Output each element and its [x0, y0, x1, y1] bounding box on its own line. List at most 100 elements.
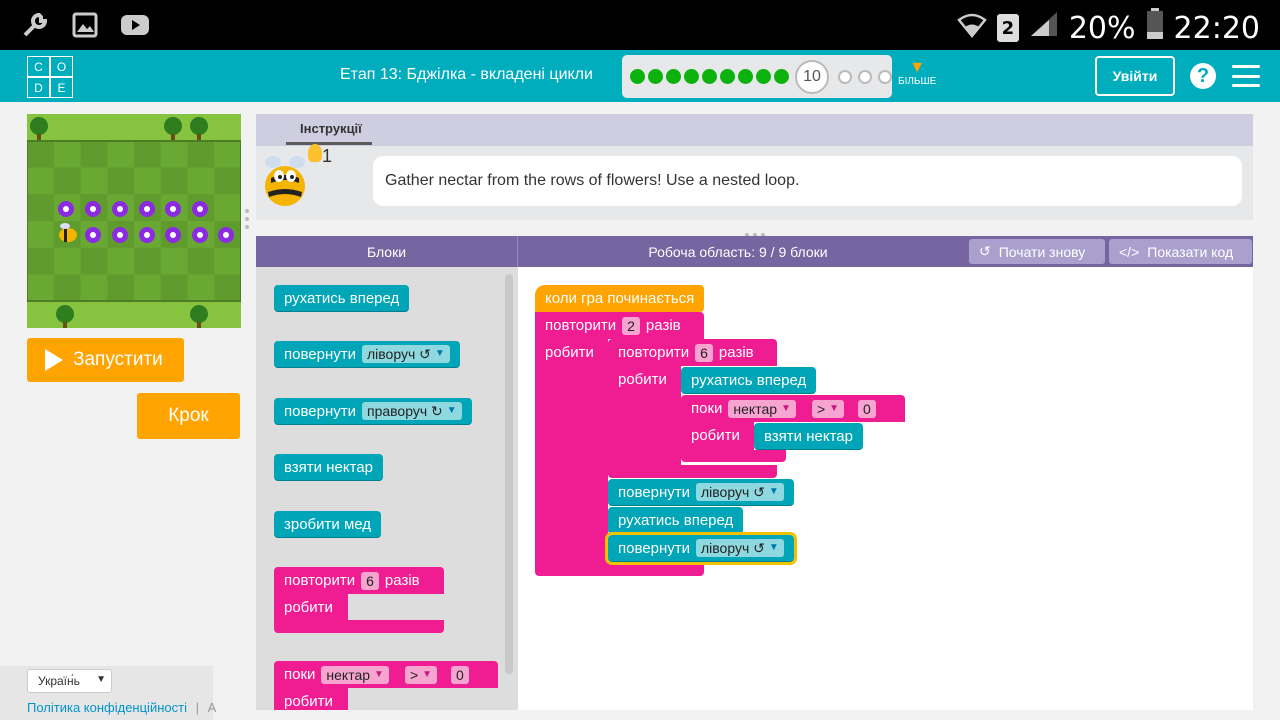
operator-dropdown[interactable]: > ▼	[404, 665, 438, 684]
ws-while-block[interactable]: поки нектар ▼ > ▼ 0	[681, 395, 886, 422]
level-dot-completed[interactable]	[720, 69, 735, 84]
repeat-count-field[interactable]: 6	[361, 571, 379, 590]
toolbox-block-make-honey[interactable]: зробити мед	[274, 511, 382, 538]
condition-dropdown[interactable]: нектар ▼	[321, 665, 389, 684]
level-dot-completed[interactable]	[702, 69, 717, 84]
dropdown-value: ліворуч ↺	[700, 484, 765, 500]
android-status-bar: 2 20% 22:20	[0, 0, 1280, 50]
workspace-header: Блоки Робоча область: 9 / 9 блоки ↺ Поча…	[256, 236, 1253, 267]
current-level-badge[interactable]: 10	[795, 59, 829, 94]
ws-block-move-forward[interactable]: рухатись вперед	[681, 367, 817, 394]
toolbox-block-turn-right[interactable]: повернути праворуч ↻ ▼	[274, 398, 472, 425]
youtube-icon	[120, 10, 150, 40]
level-dot-completed[interactable]	[774, 69, 789, 84]
operator-dropdown[interactable]: > ▼	[811, 399, 845, 418]
block-label: повернути	[284, 402, 356, 420]
toolbox-block-while[interactable]: поки нектар ▼ > ▼ 0 робити	[274, 661, 498, 710]
repeat-count-field[interactable]: 2	[622, 316, 640, 335]
block-label: робити	[691, 427, 740, 444]
block-label: разів	[645, 317, 681, 334]
sim-badge: 2	[996, 14, 1019, 42]
language-value: Україн́ь	[38, 674, 80, 688]
value-field[interactable]: 0	[858, 399, 876, 418]
level-dot-completed[interactable]	[648, 69, 663, 84]
value-field[interactable]: 0	[451, 665, 469, 684]
logo-letter: E	[50, 77, 73, 98]
do-label: робити	[274, 594, 343, 621]
run-button[interactable]: Запустити	[27, 338, 184, 382]
app-header: C O D E Етап 13: Бджілка - вкладені цикл…	[0, 50, 1280, 102]
ws-block-get-nectar[interactable]: взяти нектар	[754, 423, 863, 450]
hamburger-menu-icon[interactable]	[1232, 65, 1260, 87]
outer-repeat-block[interactable]: повторити 2 разів	[535, 312, 691, 339]
restart-label: Почати знову	[998, 243, 1086, 260]
toolbox-block-get-nectar[interactable]: взяти нектар	[274, 454, 383, 481]
level-dot-empty[interactable]	[858, 69, 872, 84]
restart-button[interactable]: ↺ Почати знову	[969, 239, 1105, 264]
when-run-block[interactable]: коли гра починається	[535, 285, 705, 312]
direction-dropdown[interactable]: ліворуч ↺ ▼	[695, 539, 784, 557]
level-dot-empty[interactable]	[838, 69, 852, 84]
resize-grip-vertical[interactable]	[244, 208, 250, 230]
privacy-link[interactable]: Політика конфіденційності	[27, 700, 187, 715]
outer-repeat-side	[535, 339, 608, 565]
level-dot-completed[interactable]	[684, 69, 699, 84]
level-dot-completed[interactable]	[630, 69, 645, 84]
logo-letter: O	[50, 56, 73, 77]
dropdown-value: ліворуч ↺	[700, 540, 765, 556]
language-select[interactable]: Україн́ь ▼	[27, 669, 112, 693]
toolbox-block-turn-left[interactable]: повернути ліворуч ↺ ▼	[274, 341, 460, 368]
outer-do-label: робити	[535, 339, 604, 366]
level-dot-completed[interactable]	[666, 69, 681, 84]
condition-dropdown[interactable]: нектар ▼	[728, 399, 796, 418]
dropdown-value: >	[409, 666, 419, 683]
direction-dropdown[interactable]: ліворуч ↺ ▼	[361, 345, 450, 363]
block-label: рухатись вперед	[691, 371, 807, 389]
run-label: Запустити	[73, 349, 163, 370]
block-label: разів	[384, 572, 420, 589]
direction-dropdown[interactable]: ліворуч ↺ ▼	[695, 483, 784, 501]
block-label: повторити	[618, 344, 690, 361]
resize-grip[interactable]	[744, 225, 766, 237]
inner-repeat-block[interactable]: повторити 6 разів	[608, 339, 764, 366]
block-label: поки	[691, 400, 723, 417]
signin-button[interactable]: Увійти	[1095, 56, 1175, 96]
direction-dropdown[interactable]: праворуч ↻ ▼	[361, 402, 462, 420]
wifi-icon	[957, 11, 987, 46]
restart-icon: ↺	[979, 243, 991, 259]
privacy-footer: Політика конфіденційності | A	[27, 700, 216, 715]
tab-instructions[interactable]: Інструкції	[300, 121, 362, 136]
block-label: разів	[718, 344, 754, 361]
level-dot-completed[interactable]	[756, 69, 771, 84]
block-label: повернути	[284, 345, 356, 363]
while-do-label: робити	[681, 422, 750, 449]
code-logo[interactable]: C O D E	[27, 56, 73, 98]
block-label: повернути	[618, 483, 690, 501]
more-levels-toggle[interactable]: ▼ БІЛЬШЕ	[898, 60, 936, 88]
block-label: рухатись вперед	[284, 289, 400, 307]
hint-count: 1	[322, 146, 333, 166]
do-label: робити	[274, 688, 343, 710]
caret-down-icon: ▼	[768, 542, 779, 553]
show-code-button[interactable]: </> Показати код	[1109, 239, 1252, 264]
dropdown-value: ліворуч ↺	[366, 346, 431, 362]
ws-block-turn-left[interactable]: повернути ліворуч ↺ ▼	[608, 479, 794, 506]
ws-block-move-forward-2[interactable]: рухатись вперед	[608, 507, 744, 534]
dropdown-value: нектар	[326, 666, 371, 683]
level-dot-empty[interactable]	[878, 69, 892, 84]
dropdown-value: >	[816, 400, 826, 417]
repeat-count-field[interactable]: 6	[695, 343, 713, 362]
level-dot-completed[interactable]	[738, 69, 753, 84]
toolbox-block-repeat[interactable]: повторити 6 разів робити	[274, 567, 444, 633]
footer-next-link[interactable]: A	[208, 700, 217, 715]
outer-repeat-bottom	[535, 563, 704, 576]
hint-lightbulb[interactable]: 1	[308, 144, 332, 167]
toolbox-scrollbar[interactable]	[505, 274, 513, 674]
help-icon[interactable]: ?	[1190, 63, 1216, 89]
step-button[interactable]: Крок	[137, 393, 240, 439]
inner-repeat-bottom	[608, 465, 777, 478]
ws-block-turn-left-selected[interactable]: повернути ліворуч ↺ ▼	[605, 532, 797, 565]
footer-separator: |	[195, 700, 199, 715]
caret-down-icon: ▼	[829, 402, 840, 414]
toolbox-block-move-forward[interactable]: рухатись вперед	[274, 285, 410, 312]
